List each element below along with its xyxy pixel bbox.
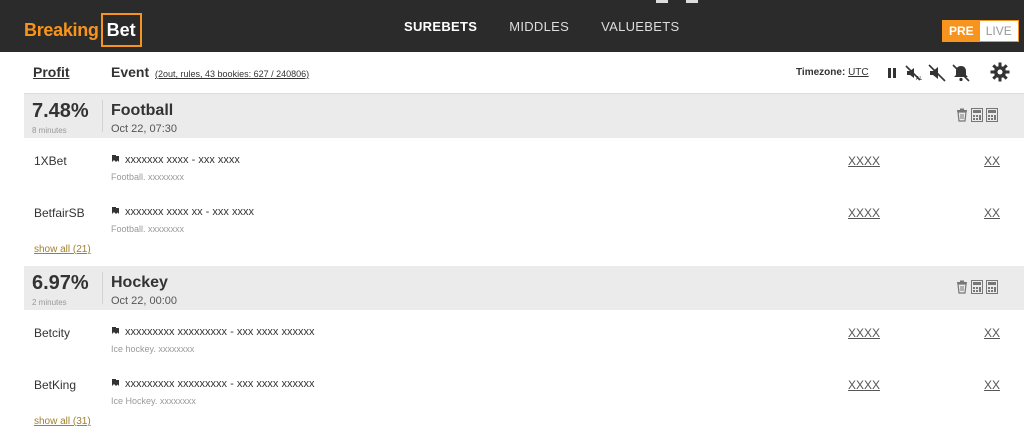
surebet-group-hockey: 6.97% 2 minutes Hockey Oct 22, 00:00 Bet… (24, 266, 1024, 432)
sport-title: Football (111, 102, 174, 119)
logo-text-bet: Bet (100, 13, 142, 47)
divider (102, 100, 103, 132)
bet-row: 1XBet xxxxxxx xxxx - xxx xxxx Football. … (24, 146, 1024, 198)
calculator-icon[interactable] (971, 108, 983, 122)
event-league: Football. xxxxxxxx (111, 172, 185, 182)
group-header[interactable]: 7.48% 8 minutes Football Oct 22, 07:30 (24, 94, 1024, 138)
bookie-name[interactable]: Betcity (34, 326, 70, 340)
event-column-header: Event (2out, rules, 43 bookies: 627 / 24… (111, 64, 309, 80)
table-header: Profit Event (2out, rules, 43 bookies: 6… (24, 52, 1024, 94)
surebet-group-football: 7.48% 8 minutes Football Oct 22, 07:30 1… (24, 94, 1024, 266)
pre-toggle-button[interactable]: PRE (943, 21, 980, 41)
calculator-icon[interactable] (971, 280, 983, 294)
event-name[interactable]: xxxxxxx xxxx xx - xxx xxxx (125, 206, 254, 218)
bookie-name[interactable]: BetfairSB (34, 206, 85, 220)
bookmark-icon[interactable] (111, 154, 120, 166)
bet-row: Betcity xxxxxxxxx xxxxxxxxx - xxx xxxx x… (24, 318, 1024, 370)
event-line: xxxxxxxxx xxxxxxxxx - xxx xxxx xxxxxx (111, 378, 314, 390)
calculator-icon[interactable] (986, 108, 998, 122)
trash-icon[interactable] (956, 280, 968, 294)
odds-link[interactable]: XX (984, 378, 1000, 392)
timezone-label: Timezone: (796, 67, 846, 78)
bookmark-icon[interactable] (111, 326, 120, 338)
nav-middles[interactable]: MIDDLES (509, 19, 569, 34)
top-navbar: Breaking Bet SUREBETS MIDDLES VALUEBETS … (0, 0, 1024, 52)
calculator-icon[interactable] (986, 280, 998, 294)
market-link[interactable]: XXXX (848, 378, 880, 392)
event-line: xxxxxxxxx xxxxxxxxx - xxx xxxx xxxxxx (111, 326, 314, 338)
nav-surebets[interactable]: SUREBETS (404, 19, 477, 34)
no-sound-filter-icon[interactable]: ALL (904, 64, 922, 82)
age-label: 2 minutes (32, 298, 67, 307)
gear-icon[interactable] (990, 62, 1010, 87)
event-name[interactable]: xxxxxxx xxxx - xxx xxxx (125, 154, 240, 166)
bookie-name[interactable]: BetKing (34, 378, 76, 392)
bookie-name[interactable]: 1XBet (34, 154, 67, 168)
event-line: xxxxxxx xxxx - xxx xxxx (111, 154, 240, 166)
brand-logo[interactable]: Breaking Bet (24, 12, 142, 48)
odds-link[interactable]: XX (984, 326, 1000, 340)
profit-percent: 6.97% (32, 272, 89, 294)
odds-link[interactable]: XX (984, 154, 1000, 168)
event-name[interactable]: xxxxxxxxx xxxxxxxxx - xxx xxxx xxxxxx (125, 326, 314, 338)
event-date: Oct 22, 07:30 (111, 123, 178, 135)
logo-text-breaking: Breaking (24, 19, 99, 40)
show-all-link[interactable]: show all (31) (34, 416, 91, 427)
profit-sort-link[interactable]: Profit (33, 64, 70, 80)
market-link[interactable]: XXXX (848, 154, 880, 168)
group-actions (956, 108, 998, 122)
event-date: Oct 22, 00:00 (111, 295, 178, 307)
sport-title: Hockey (111, 274, 168, 291)
svg-text:ALL: ALL (916, 76, 922, 82)
event-league: Football. xxxxxxxx (111, 224, 185, 234)
event-league: Ice Hockey. xxxxxxxx (111, 396, 196, 406)
divider (102, 272, 103, 304)
trash-icon[interactable] (956, 108, 968, 122)
pre-live-toggle: PRE LIVE (942, 20, 1019, 42)
pause-icon[interactable] (886, 66, 898, 80)
filter-summary-link[interactable]: (2out, rules, 43 bookies: 627 / 240806) (155, 69, 309, 79)
timezone: Timezone: UTC (796, 67, 869, 78)
market-link[interactable]: XXXX (848, 206, 880, 220)
event-league: Ice hockey. xxxxxxxx (111, 344, 195, 354)
bookmark-icon[interactable] (111, 378, 120, 390)
header-controls: ALL (886, 64, 970, 82)
show-all-link[interactable]: show all (21) (34, 244, 91, 255)
age-label: 8 minutes (32, 126, 67, 135)
event-column-label: Event (111, 64, 150, 80)
live-toggle-button[interactable]: LIVE (979, 21, 1018, 41)
mute-icon[interactable] (928, 64, 946, 82)
profit-percent: 7.48% (32, 100, 89, 122)
odds-link[interactable]: XX (984, 206, 1000, 220)
event-name[interactable]: xxxxxxxxx xxxxxxxxx - xxx xxxx xxxxxx (125, 378, 314, 390)
bet-row: BetfairSB xxxxxxx xxxx xx - xxx xxxx Foo… (24, 198, 1024, 250)
group-header[interactable]: 6.97% 2 minutes Hockey Oct 22, 00:00 (24, 266, 1024, 310)
market-link[interactable]: XXXX (848, 326, 880, 340)
bell-icon[interactable] (952, 64, 970, 82)
group-actions (956, 280, 998, 294)
main-nav: SUREBETS MIDDLES VALUEBETS (404, 0, 679, 52)
timezone-link[interactable]: UTC (848, 67, 869, 78)
bookmark-icon[interactable] (111, 206, 120, 218)
event-line: xxxxxxx xxxx xx - xxx xxxx (111, 206, 254, 218)
nav-valuebets[interactable]: VALUEBETS (601, 19, 679, 34)
bet-row: BetKing xxxxxxxxx xxxxxxxxx - xxx xxxx x… (24, 370, 1024, 422)
